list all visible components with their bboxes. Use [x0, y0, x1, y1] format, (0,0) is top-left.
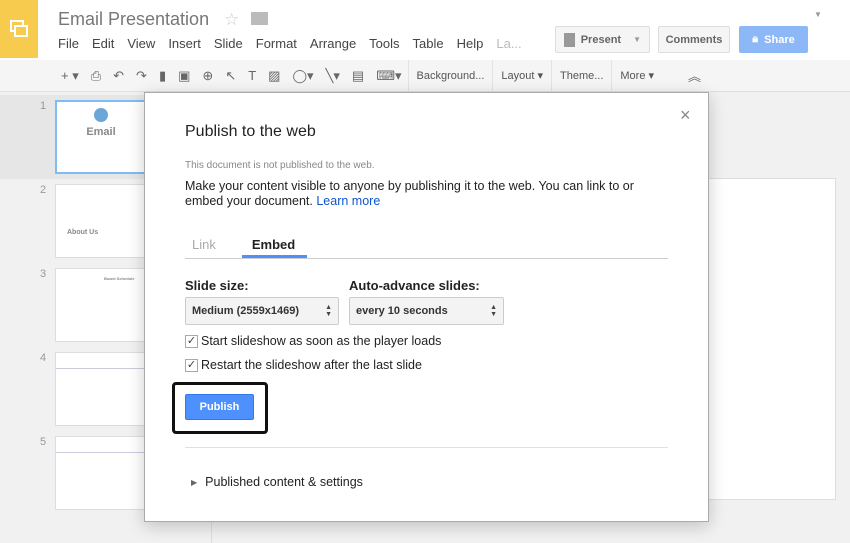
share-button[interactable]: 🔒︎ Share [739, 26, 808, 53]
textbox-icon[interactable]: T [242, 68, 262, 83]
tab-link[interactable]: Link [185, 237, 224, 258]
menu-edit[interactable]: Edit [92, 36, 114, 51]
publish-status-note: This document is not published to the we… [185, 160, 375, 171]
zoom-fit-icon[interactable]: ▣ [172, 68, 196, 84]
menu-arrange[interactable]: Arrange [310, 36, 356, 51]
publish-dialog: Publish to the web × This document is no… [144, 92, 709, 522]
menu-help[interactable]: Help [457, 36, 484, 51]
select-icon[interactable]: ↖ [219, 68, 242, 84]
checkbox-checked-icon[interactable]: ✓ [185, 358, 198, 372]
slide-thumbnail-2[interactable]: About Us [55, 184, 147, 258]
close-icon[interactable]: × [680, 105, 691, 126]
image-icon[interactable]: ▨ [262, 68, 286, 84]
current-slide[interactable] [690, 178, 836, 500]
published-settings-toggle[interactable]: ▶ Published content & settings [191, 475, 363, 489]
shape-icon[interactable]: ◯▾ [286, 68, 319, 84]
slide-thumbnail-4[interactable] [55, 352, 147, 426]
menu-last-edit[interactable]: La... [496, 36, 521, 51]
paint-format-icon[interactable]: ▮ [153, 68, 172, 84]
app-header: Email Presentation ☆ File Edit View Inse… [0, 0, 850, 60]
slide-number: 1 [40, 100, 47, 112]
slide-number: 2 [40, 184, 47, 196]
slide-thumbnail-3[interactable]: Board Schedule [55, 268, 147, 342]
play-icon [564, 32, 575, 47]
divider [185, 447, 668, 448]
slides-logo-icon[interactable] [0, 0, 38, 58]
comments-button[interactable]: Comments [658, 26, 730, 53]
globe-logo-icon [94, 108, 108, 122]
more-button[interactable]: More ▾ [611, 59, 662, 92]
menu-slide[interactable]: Slide [214, 36, 243, 51]
toolbar: + ▾ ⎙ ↶ ↷ ▮ ▣ ⊕ ↖ T ▨ ◯▾ ╲▾ ▤ ⌨▾ Backgro… [0, 59, 850, 92]
publish-tabs: Link Embed [185, 237, 668, 259]
checkbox-checked-icon[interactable]: ✓ [185, 334, 198, 348]
background-button[interactable]: Background... [407, 59, 493, 92]
comment-icon[interactable]: ▤ [346, 68, 370, 84]
auto-advance-select[interactable]: every 10 seconds ▲ ▼ [349, 297, 504, 325]
menu-tools[interactable]: Tools [369, 36, 399, 51]
menu-insert[interactable]: Insert [168, 36, 201, 51]
slide-size-label: Slide size: [185, 278, 249, 293]
learn-more-link[interactable]: Learn more [316, 194, 380, 208]
present-button[interactable]: Present ▼ [555, 26, 650, 53]
menu-table[interactable]: Table [413, 36, 444, 51]
start-slideshow-checkbox[interactable]: ✓ Start slideshow as soon as the player l… [185, 334, 441, 348]
publish-button[interactable]: Publish [185, 394, 254, 420]
print-icon[interactable]: ⎙ [85, 68, 107, 84]
line-icon[interactable]: ╲▾ [320, 68, 346, 84]
auto-advance-label: Auto-advance slides: [349, 278, 480, 293]
slide-thumbnail-1[interactable]: Email [55, 100, 147, 174]
chevron-down-icon[interactable]: ▼ [633, 35, 641, 44]
menu-view[interactable]: View [127, 36, 155, 51]
layout-button[interactable]: Layout ▾ [492, 59, 551, 92]
folder-icon[interactable] [251, 12, 268, 25]
collapse-header-icon[interactable]: ▼ [814, 10, 822, 19]
redo-icon[interactable]: ↷ [130, 68, 153, 84]
select-arrows-icon: ▲ ▼ [490, 304, 497, 318]
dialog-title: Publish to the web [185, 123, 316, 140]
undo-icon[interactable]: ↶ [107, 68, 130, 84]
collapse-toolbar-icon[interactable]: ︽ [682, 66, 707, 85]
slide-number: 5 [40, 436, 47, 448]
lock-icon: 🔒︎ [752, 33, 759, 45]
dialog-description: Make your content visible to anyone by p… [185, 179, 634, 208]
menu-file[interactable]: File [58, 36, 79, 51]
select-arrows-icon: ▲ ▼ [325, 304, 332, 318]
tab-embed[interactable]: Embed [241, 237, 308, 258]
new-slide-icon[interactable]: + ▾ [55, 68, 85, 84]
input-tools-icon[interactable]: ⌨▾ [370, 68, 407, 84]
slide-thumbnail-5[interactable] [55, 436, 147, 510]
document-title[interactable]: Email Presentation [58, 9, 209, 30]
slide-number: 4 [40, 352, 47, 364]
slide-number: 3 [40, 268, 47, 280]
restart-slideshow-checkbox[interactable]: ✓ Restart the slideshow after the last sl… [185, 358, 422, 372]
star-icon[interactable]: ☆ [224, 10, 239, 30]
zoom-icon[interactable]: ⊕ [196, 68, 219, 84]
theme-button[interactable]: Theme... [550, 59, 611, 92]
menu-bar: File Edit View Insert Slide Format Arran… [58, 36, 522, 51]
menu-format[interactable]: Format [256, 36, 297, 51]
triangle-right-icon: ▶ [191, 477, 198, 487]
slide-size-select[interactable]: Medium (2559x1469) ▲ ▼ [185, 297, 339, 325]
